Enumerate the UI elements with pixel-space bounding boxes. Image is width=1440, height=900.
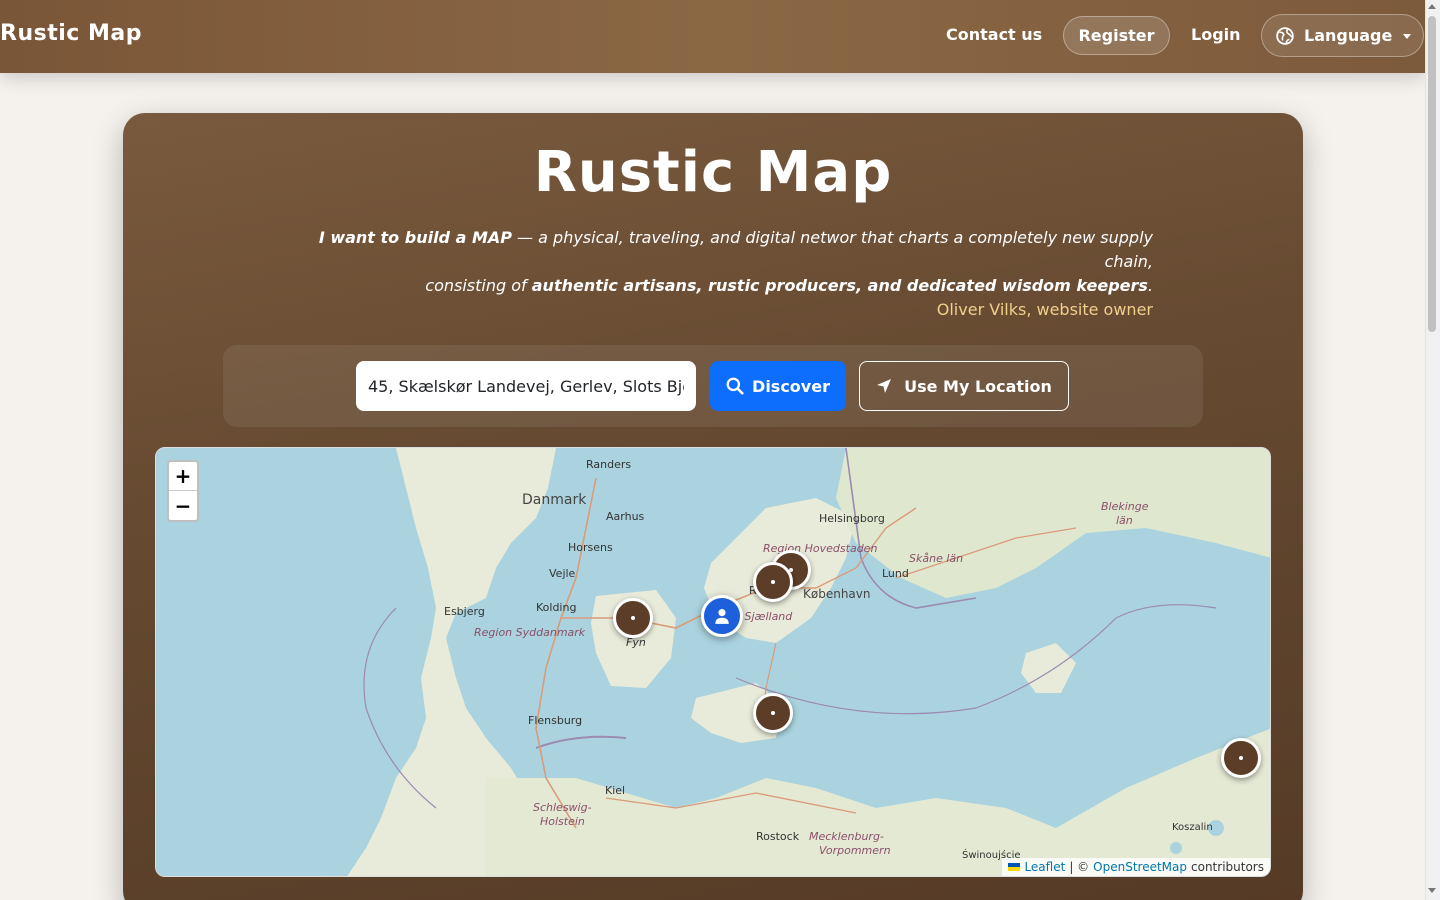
scrollbar-thumb[interactable] (1428, 16, 1436, 332)
brand-logo[interactable]: Rustic Map (0, 21, 142, 46)
quote-line2-bold: authentic artisans, rustic producers, an… (531, 276, 1148, 295)
attribution-separator: | © (1069, 860, 1090, 874)
quote-line2-prefix: consisting of (425, 276, 532, 295)
hero-quote: I want to build a MAP — a physical, trav… (300, 226, 1153, 322)
scroll-up-arrow-icon[interactable] (1428, 4, 1436, 9)
search-icon (726, 377, 744, 395)
map-label-danmark: Danmark (522, 492, 587, 508)
user-icon (715, 609, 729, 624)
discover-button[interactable]: Discover (710, 361, 846, 411)
quote-lead-bold: I want to build a MAP (318, 228, 512, 247)
map-label-helsingborg: Helsingborg (819, 512, 885, 525)
map-label-koszalin: Koszalin (1172, 822, 1213, 833)
location-arrow-icon (877, 379, 892, 393)
map-label-rostock: Rostock (756, 830, 800, 843)
zoom-in-button[interactable]: + (169, 462, 197, 491)
address-search-input[interactable] (356, 361, 696, 411)
navbar: Rustic Map Contact us Register Login Lan… (0, 0, 1425, 73)
producer-marker[interactable] (753, 562, 793, 602)
map-label-vejle: Vejle (549, 567, 576, 580)
globe-icon (1276, 26, 1294, 45)
chevron-down-icon (1403, 34, 1411, 39)
user-location-marker[interactable] (701, 595, 743, 637)
hero-title: Rustic Map (533, 140, 893, 205)
map-label-aarhus: Aarhus (606, 510, 645, 523)
zoom-out-button[interactable]: − (169, 491, 197, 520)
quote-line2-suffix: . (1147, 276, 1153, 295)
map-label-kolding: Kolding (536, 601, 577, 614)
ukraine-flag-icon (1008, 863, 1021, 871)
map-label-lan: län (1116, 514, 1133, 527)
attribution-contributors: contributors (1191, 860, 1264, 874)
language-dropdown[interactable]: Language (1261, 14, 1424, 57)
map-label-randers: Randers (586, 458, 632, 471)
zoom-control: + − (167, 460, 199, 522)
scroll-down-arrow-icon[interactable] (1428, 888, 1436, 893)
map-label-schleswig: Schleswig- (533, 801, 592, 814)
map-label-mecklenburg: Mecklenburg- (809, 830, 884, 843)
register-button[interactable]: Register (1063, 16, 1170, 55)
nav-login-link[interactable]: Login (1191, 25, 1241, 44)
nav-contact-link[interactable]: Contact us (946, 25, 1042, 44)
use-my-location-button[interactable]: Use My Location (859, 361, 1069, 411)
osm-link[interactable]: OpenStreetMap (1093, 860, 1187, 874)
map-label-holstein: Holstein (540, 815, 585, 828)
map-view[interactable]: Randers Danmark Aarhus Horsens Vejle Kol… (155, 447, 1271, 877)
producer-marker[interactable] (753, 693, 793, 733)
map-attribution: Leaflet | © OpenStreetMap contributors (1002, 858, 1270, 876)
leaflet-link[interactable]: Leaflet (1024, 860, 1065, 874)
map-label-horsens: Horsens (568, 541, 613, 554)
map-label-esbjerg: Esbjerg (444, 605, 485, 618)
map-label-skane: Skåne län (909, 552, 964, 565)
map-label-flensburg: Flensburg (528, 714, 583, 727)
map-label-blekinge: Blekinge (1101, 500, 1149, 513)
discover-label: Discover (752, 376, 830, 396)
producer-marker[interactable] (1221, 738, 1261, 778)
use-my-location-label: Use My Location (904, 376, 1052, 396)
quote-author: Oliver Vilks, website owner (936, 300, 1153, 319)
map-label-kiel: Kiel (605, 784, 626, 797)
map-label-fyn: Fyn (626, 636, 646, 649)
map-label-vorpommern: Vorpommern (819, 844, 891, 857)
register-label: Register (1078, 26, 1155, 45)
language-label: Language (1304, 26, 1393, 45)
producer-marker[interactable] (613, 598, 653, 638)
map-label-syddanmark: Region Syddanmark (474, 626, 586, 639)
map-label-kobenhavn: København (803, 587, 871, 601)
quote-lead-rest: — a physical, traveling, and digital net… (511, 228, 1153, 271)
map-label-lund: Lund (882, 567, 909, 580)
